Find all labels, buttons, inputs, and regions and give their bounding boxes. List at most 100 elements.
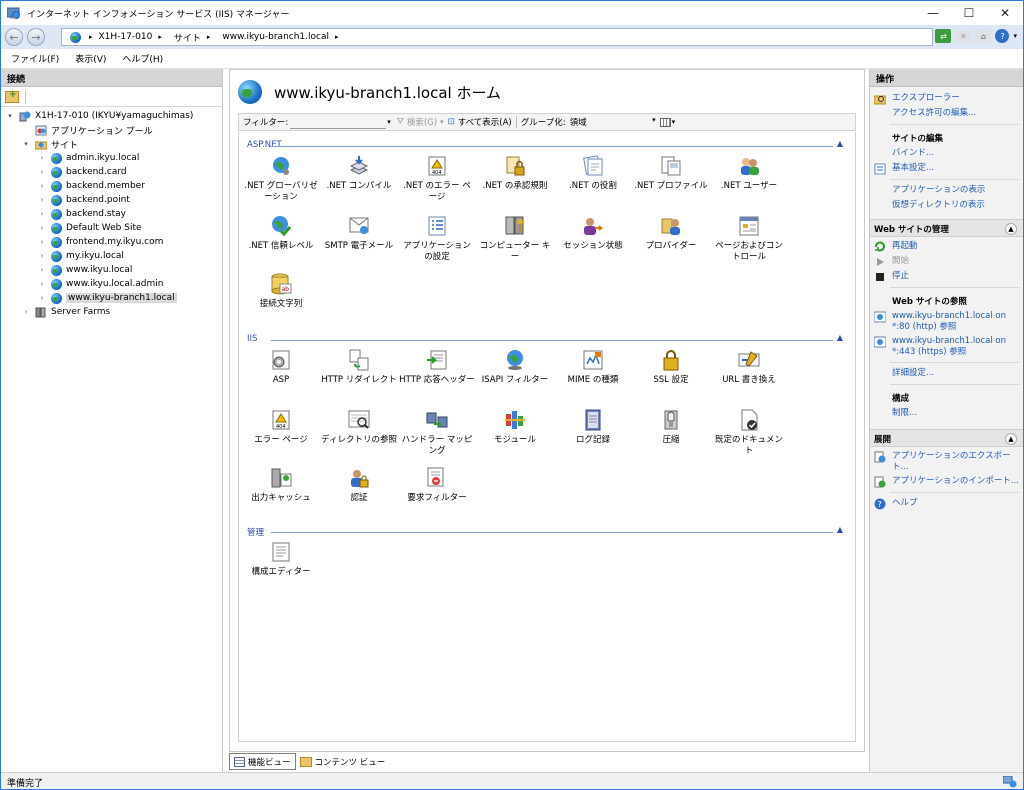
action-link[interactable]: バインド... — [870, 146, 1023, 161]
show-all-button[interactable]: ⊡ すべて表示(A) — [448, 116, 512, 128]
menu-file[interactable]: ファイル(F) — [11, 52, 59, 65]
feature-item[interactable]: .NET グローバリゼーション — [243, 154, 319, 203]
deploy-section[interactable]: 展開 ▲ — [870, 429, 1023, 447]
feature-item[interactable]: プロバイダー — [633, 214, 709, 252]
feature-item[interactable]: ハンドラー マッピング — [399, 408, 475, 457]
tree-node[interactable]: › Default Web Site — [1, 221, 222, 235]
feature-item[interactable]: .NET の役割 — [555, 154, 631, 192]
help-dropdown-icon[interactable]: ? — [995, 29, 1010, 43]
group-by-select[interactable]: 領域 ▾ — [570, 116, 656, 128]
action-link[interactable]: 仮想ディレクトリの表示 — [870, 198, 1023, 213]
feature-item[interactable]: .NET コンパイル — [321, 154, 397, 192]
menu-view[interactable]: 表示(V) — [75, 52, 106, 65]
action-link[interactable]: 制限... — [870, 406, 1023, 421]
feature-item[interactable]: HTTP リダイレクト — [321, 348, 397, 386]
feature-item[interactable]: ASP — [243, 348, 319, 386]
maximize-button[interactable]: ☐ — [951, 1, 987, 25]
action-link[interactable]: 詳細設定... — [870, 366, 1023, 381]
collapsed-chevron-icon[interactable]: › — [37, 280, 47, 288]
home-icon[interactable]: ⌂ — [975, 29, 992, 43]
feature-item[interactable]: 圧縮 — [633, 408, 709, 446]
feature-item[interactable]: ab 接続文字列 — [243, 272, 319, 310]
collapsed-chevron-icon[interactable]: › — [37, 238, 47, 246]
collapsed-chevron-icon[interactable]: › — [21, 308, 31, 316]
tree-node[interactable]: › backend.stay — [1, 207, 222, 221]
collapsed-chevron-icon[interactable]: › — [37, 224, 47, 232]
tree-node[interactable]: › backend.point — [1, 193, 222, 207]
feature-item[interactable]: SSL 設定 — [633, 348, 709, 386]
tree-node[interactable]: › admin.ikyu.local — [1, 151, 222, 165]
menu-help[interactable]: ヘルプ(H) — [122, 52, 163, 65]
feature-item[interactable]: 404 .NET のエラー ページ — [399, 154, 475, 203]
tree-node[interactable]: ▾ サイト — [1, 137, 222, 151]
action-link[interactable]: アプリケーションのインポート... — [870, 474, 1023, 489]
action-link[interactable]: アクセス許可の編集... — [870, 106, 1023, 121]
feature-item[interactable]: .NET 信頼レベル — [243, 214, 319, 252]
section-header[interactable]: 管理 ▲ — [247, 525, 847, 538]
tree-node[interactable]: › backend.member — [1, 179, 222, 193]
filter-dropdown-icon[interactable]: ▾ — [387, 118, 391, 126]
collapsed-chevron-icon[interactable]: › — [37, 210, 47, 218]
feature-item[interactable]: HTTP 応答ヘッダー — [399, 348, 475, 386]
collapsed-chevron-icon[interactable]: › — [37, 154, 47, 162]
feature-item[interactable]: 要求フィルター — [399, 466, 475, 504]
collapse-chevron-icon[interactable]: ▲ — [837, 525, 843, 534]
action-link[interactable]: 再起動 — [870, 239, 1023, 254]
back-button[interactable]: ← — [5, 28, 23, 46]
collapse-chevron-icon[interactable]: ▲ — [837, 139, 843, 148]
features-view-tab[interactable]: 機能ビュー — [229, 753, 296, 770]
feature-item[interactable]: 構成エディター — [243, 540, 319, 578]
feature-item[interactable]: 404 エラー ページ — [243, 408, 319, 446]
manage-site-section[interactable]: Web サイトの管理 ▲ — [870, 219, 1023, 237]
tree-node[interactable]: ▾ X1H-17-010 (IKYU¥yamaguchimas) — [1, 109, 222, 123]
breadcrumb-item[interactable]: www.ikyu-branch1.local ▸ — [222, 31, 344, 44]
feature-item[interactable]: ログ記録 — [555, 408, 631, 446]
expanded-chevron-icon[interactable]: ▾ — [21, 140, 31, 148]
view-mode-button[interactable]: ▾ — [659, 117, 675, 127]
feature-item[interactable]: ISAPI フィルター — [477, 348, 553, 386]
action-link[interactable]: アプリケーションの表示 — [870, 183, 1023, 198]
feature-item[interactable]: アプリケーションの設定 — [399, 214, 475, 263]
tree-node[interactable]: › backend.card — [1, 165, 222, 179]
action-link[interactable]: ? ヘルプ — [870, 496, 1023, 511]
new-connection-icon[interactable]: + — [5, 90, 19, 103]
close-button[interactable]: ✕ — [987, 1, 1023, 25]
tree-node[interactable]: › Server Farms — [1, 305, 222, 319]
expanded-chevron-icon[interactable]: ▾ — [5, 112, 15, 120]
tree-node[interactable]: › my.ikyu.local — [1, 249, 222, 263]
feature-item[interactable]: 既定のドキュメント — [711, 408, 787, 457]
feature-item[interactable]: .NET プロファイル — [633, 154, 709, 192]
breadcrumb[interactable]: ▸ X1H-17-010 ▸ サイト ▸ www.ikyu-branch1.local ▸ — [61, 28, 933, 46]
collapsed-chevron-icon[interactable]: › — [37, 266, 47, 274]
action-link[interactable]: www.ikyu-branch1.local on *:443 (https) … — [870, 334, 1023, 359]
feature-item[interactable]: URL 書き換え — [711, 348, 787, 386]
collapsed-chevron-icon[interactable]: › — [37, 196, 47, 204]
search-button[interactable]: ⛛ 検索(G) ▾ — [397, 116, 444, 128]
content-view-tab[interactable]: コンテンツ ビュー — [296, 753, 390, 770]
feature-item[interactable]: .NET ユーザー — [711, 154, 787, 192]
section-header[interactable]: IIS ▲ — [247, 333, 847, 344]
collapse-chevron-icon[interactable]: ▲ — [837, 333, 843, 342]
action-link[interactable]: 基本設定... — [870, 161, 1023, 176]
collapsed-chevron-icon[interactable]: › — [37, 294, 47, 302]
feature-item[interactable]: コンピューター キー — [477, 214, 553, 263]
action-link[interactable]: 停止 — [870, 269, 1023, 284]
feature-item[interactable]: .NET の承認規則 — [477, 154, 553, 192]
feature-item[interactable]: SMTP 電子メール — [321, 214, 397, 252]
breadcrumb-item[interactable]: サイト ▸ — [174, 31, 217, 44]
tree-node[interactable]: › www.ikyu.local — [1, 263, 222, 277]
action-link[interactable]: アプリケーションのエクスポート... — [870, 449, 1023, 474]
collapsed-chevron-icon[interactable]: › — [37, 182, 47, 190]
breadcrumb-item[interactable]: X1H-17-010 ▸ — [99, 31, 168, 44]
action-link[interactable]: 開始 — [870, 254, 1023, 269]
minimize-button[interactable]: — — [915, 1, 951, 25]
action-link[interactable]: エクスプローラー — [870, 91, 1023, 106]
feature-item[interactable]: 出力キャッシュ — [243, 466, 319, 504]
tree-node[interactable]: › www.ikyu-branch1.local — [1, 291, 222, 305]
chevron-down-icon[interactable]: ▾ — [1013, 32, 1017, 40]
tree-node[interactable]: アプリケーション プール — [1, 123, 222, 137]
collapse-chevron-icon[interactable]: ▲ — [1005, 433, 1017, 445]
collapsed-chevron-icon[interactable]: › — [37, 252, 47, 260]
stop-nav-icon[interactable]: ✕ — [955, 29, 972, 43]
collapsed-chevron-icon[interactable]: › — [37, 168, 47, 176]
